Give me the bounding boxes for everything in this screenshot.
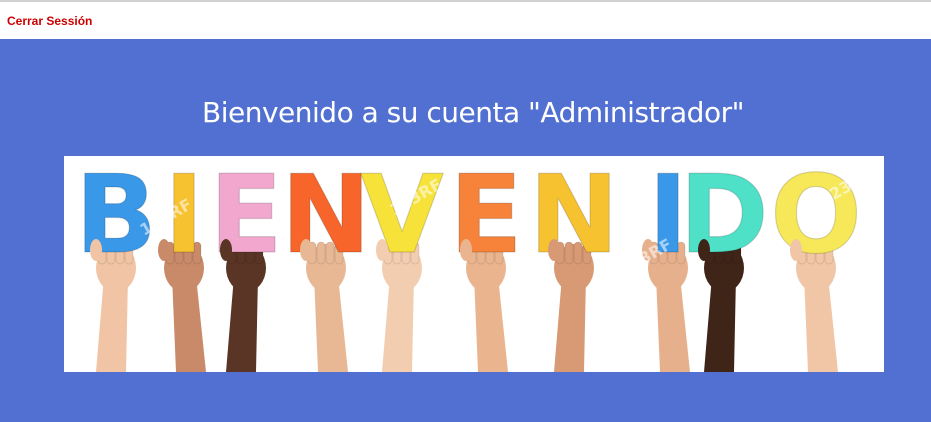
banner-letter: B [75,156,157,278]
banner-letter: E [209,156,283,278]
banner-letter: N [529,156,619,278]
bienvenido-illustration: B I ENV E N ID O123RF 123RF123RF123RF [74,156,875,372]
thumb [376,239,388,261]
welcome-banner-image: B I E N V E N I D O 123RF 123RF 123RF 123RF [64,156,884,372]
logout-link[interactable]: Cerrar Sessión [7,14,92,28]
banner-letter: V [360,156,444,278]
welcome-title: Bienvenido a su cuenta "Administrador" [202,96,744,129]
banner-letter: E [449,156,523,278]
banner-letter: N [281,156,371,278]
thumb [158,239,170,261]
thumb [90,239,102,261]
top-bar: Cerrar Sessión [0,0,931,39]
banner-letter: D [679,156,769,278]
welcome-section: Bienvenido a su cuenta "Administrador" B… [0,39,931,422]
thumb [220,239,232,261]
thumb [790,239,802,261]
thumb [460,239,472,261]
thumb [698,239,710,261]
thumb [548,239,560,261]
thumb [300,239,312,261]
